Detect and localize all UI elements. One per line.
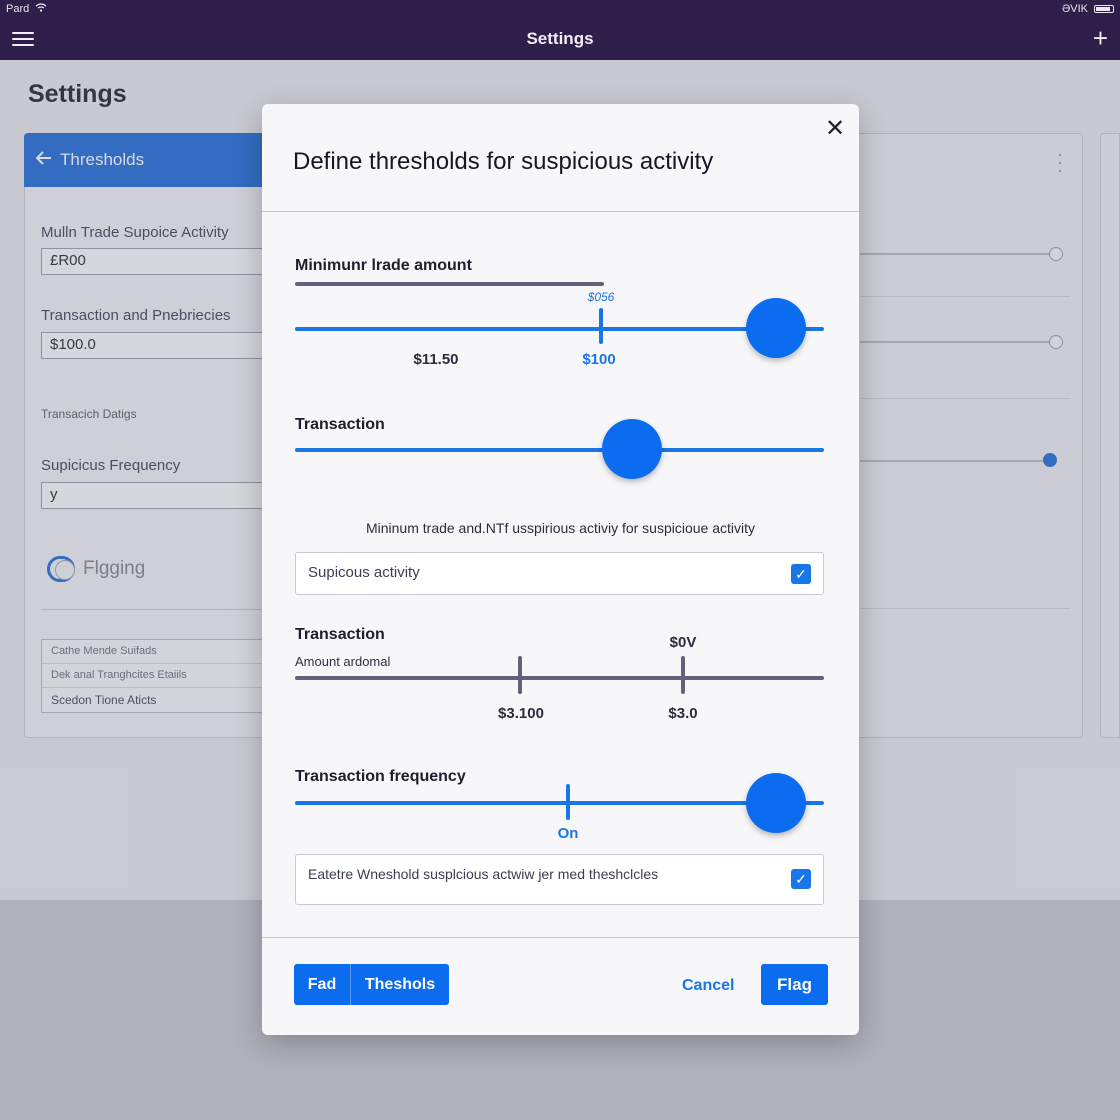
amount-value-right: $3.0 — [668, 705, 698, 722]
frequency-slider-track[interactable] — [295, 801, 824, 805]
hamburger-menu-icon[interactable] — [12, 28, 34, 50]
battery-icon — [1094, 5, 1114, 13]
cancel-button[interactable]: Cancel — [682, 977, 734, 995]
amount-sublabel: Amount ardomal — [295, 654, 391, 669]
min-trade-value-right: $100 — [582, 351, 616, 368]
amount-tick-top-value: $0V — [669, 634, 697, 651]
frequency-slider-tick — [566, 784, 570, 820]
status-right-text: ƏVIK — [1061, 3, 1088, 15]
wifi-icon — [35, 3, 47, 15]
carrier-label: Pard — [6, 3, 30, 15]
min-trade-slider-track[interactable] — [295, 327, 824, 331]
frequency-label: Transaction frequency — [295, 768, 466, 785]
min-trade-tiny-value: $056 — [587, 290, 615, 304]
add-icon[interactable]: + — [1093, 24, 1108, 52]
transaction-amount-label: Transaction — [295, 626, 385, 643]
helper-text: Mininum trade and.NTf usspirious activiy… — [365, 520, 756, 536]
frequency-tick-value: On — [557, 825, 579, 842]
footer-button-group: Fad Theshols — [294, 964, 449, 1005]
status-bar: Pard ƏVIK — [0, 0, 1120, 18]
modal-header-divider — [262, 211, 859, 212]
transaction-slider-knob[interactable] — [602, 419, 662, 479]
close-icon[interactable]: ✕ — [825, 114, 845, 143]
min-trade-slider-tick — [599, 308, 603, 344]
transaction-label: Transaction — [295, 416, 385, 433]
flag-button[interactable]: Flag — [761, 964, 828, 1005]
min-trade-slider-knob[interactable] — [746, 298, 806, 358]
suspicious-activity-label: Supicous activity — [308, 564, 420, 581]
min-trade-label: Minimunr lrade amount — [295, 257, 472, 274]
thresholds-modal: ✕ Define thresholds for suspicious activ… — [262, 104, 859, 1035]
min-trade-value-left: $11.50 — [413, 351, 459, 368]
enable-threshold-checkbox[interactable]: ✓ — [791, 869, 811, 889]
fad-button[interactable]: Fad — [294, 964, 351, 1005]
enable-threshold-label: Eatetre Wneshold susplcious actwiw jer m… — [308, 866, 659, 882]
amount-value-left: $3.100 — [498, 705, 544, 722]
suspicious-activity-checkbox[interactable]: ✓ — [791, 564, 811, 584]
suspicious-activity-option[interactable]: Supicous activity ✓ — [295, 552, 824, 595]
transaction-slider-track[interactable] — [295, 448, 824, 452]
modal-title: Define thresholds for suspicious activit… — [293, 148, 714, 175]
min-trade-range-bar — [295, 282, 604, 286]
frequency-slider-knob[interactable] — [746, 773, 806, 833]
amount-range-track[interactable] — [295, 676, 824, 680]
modal-footer-divider — [262, 937, 859, 938]
app-bar-title: Settings — [526, 29, 594, 48]
app-bar: Settings + — [0, 18, 1120, 60]
amount-range-handle-right[interactable] — [681, 656, 685, 694]
enable-threshold-option[interactable]: Eatetre Wneshold susplcious actwiw jer m… — [295, 854, 824, 905]
amount-range-handle-left[interactable] — [518, 656, 522, 694]
thresholds-button[interactable]: Theshols — [351, 964, 449, 1005]
